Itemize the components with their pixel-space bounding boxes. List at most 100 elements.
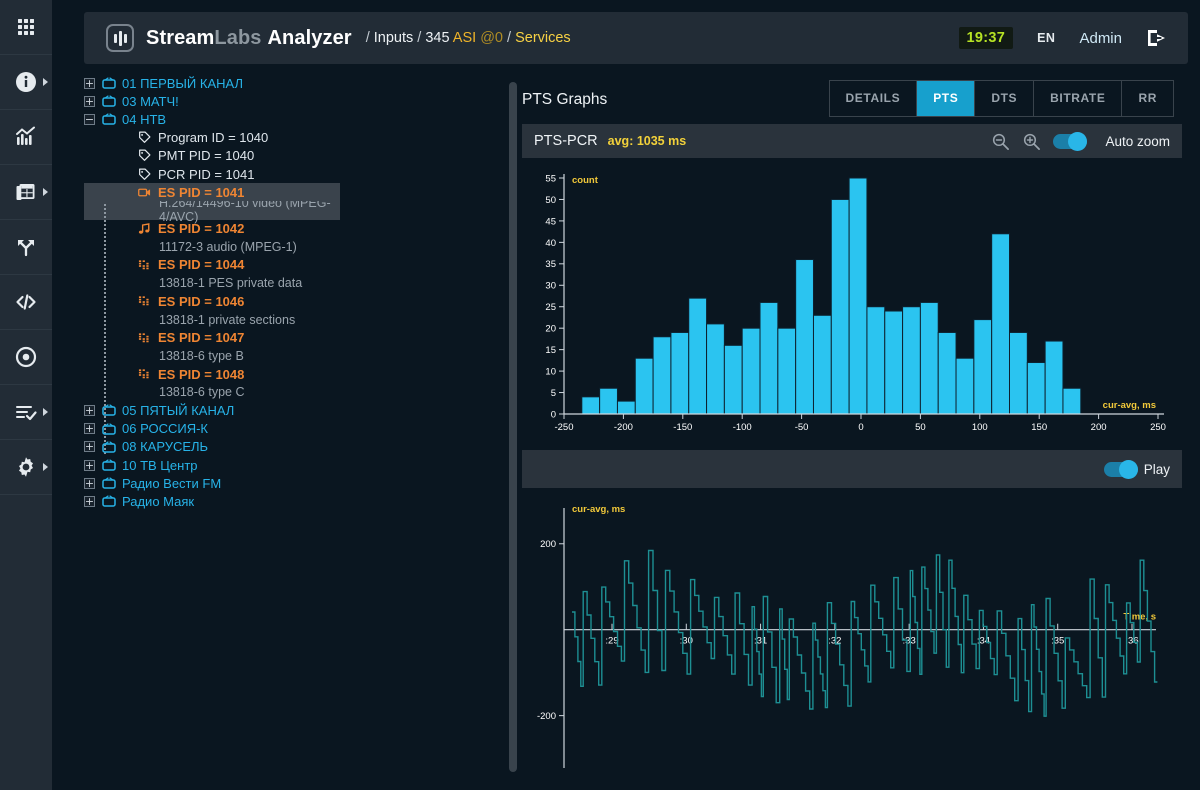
x-tick-label: :29 [605,636,618,647]
tree-service-node[interactable]: + 05 ПЯТЫЙ КАНАЛ [84,401,504,419]
histogram-bar [617,401,635,414]
tree-service-label: 06 РОССИЯ-К [122,421,208,436]
histogram-bar [1027,363,1045,414]
tree-service-node[interactable]: + 10 ТВ Центр [84,456,504,474]
tree-attribute-label: PMT PID = 1040 [158,148,254,163]
sidebar-item-tasks[interactable] [0,385,52,440]
tab-pts[interactable]: PTS [917,81,975,116]
tab-rr[interactable]: RR [1122,81,1173,116]
tree-service-node[interactable]: + Радио Вести FM [84,474,504,492]
header-right-group: 19:37 EN Admin [959,26,1189,50]
play-toggle[interactable] [1104,462,1138,477]
analytics-icon [14,125,38,149]
tab-bitrate[interactable]: BITRATE [1034,81,1122,116]
tree-attribute-node[interactable]: Program ID = 1040 [84,129,504,147]
tree-service-node[interactable]: − 04 НТВ [84,110,504,128]
histogram-bar [707,324,725,414]
tree-es-node[interactable]: ES PID = 1046 [84,292,504,310]
breadcrumb-asi[interactable]: ASI [453,30,476,46]
sidebar-item-record[interactable] [0,330,52,385]
histogram-bar [724,345,742,414]
tree-es-label: ES PID = 1047 [158,330,244,345]
auto-zoom-toggle[interactable] [1053,134,1087,149]
tab-dts[interactable]: DTS [975,81,1034,116]
sidebar-item-apps[interactable] [0,0,52,55]
left-icon-rail [0,0,52,790]
breadcrumb-inputs[interactable]: Inputs [374,30,414,46]
tree-es-label: ES PID = 1041 [158,185,244,200]
histogram-bar [582,397,600,414]
zoom-in-icon[interactable] [1022,132,1041,151]
branch-icon [14,235,38,259]
histogram-bar [903,307,921,414]
tree-service-node[interactable]: + Радио Маяк [84,492,504,510]
toggle-knob [1068,132,1087,151]
expand-icon[interactable]: + [84,478,95,489]
expand-icon[interactable]: + [84,496,95,507]
histogram-bar [813,315,831,414]
tree-attribute-label: Program ID = 1040 [158,130,268,145]
sidebar-item-settings[interactable] [0,440,52,495]
tree-es-node[interactable]: ES PID = 1041 [84,183,340,201]
code-icon [14,290,38,314]
x-tick-label: -250 [554,422,573,433]
expand-icon[interactable]: + [84,78,95,89]
tv-icon [102,477,116,489]
tree-es-description: 13818-6 type B [84,347,504,365]
language-selector[interactable]: EN [1037,31,1055,45]
breadcrumb-sep-1: / [366,30,370,46]
tree-service-node[interactable]: + 03 МАТЧ! [84,92,504,110]
tree-service-label: 04 НТВ [122,112,166,127]
tree-attribute-node[interactable]: PCR PID = 1041 [84,165,504,183]
tree-service-node[interactable]: + 06 РОССИЯ-К [84,420,504,438]
expand-icon[interactable]: + [84,96,95,107]
histogram-bar [849,178,867,414]
tree-es-node[interactable]: ES PID = 1042 [84,220,504,238]
histogram-bar [653,337,671,414]
x-tick-label: :35 [1051,636,1064,647]
pts-metric-name: PTS-PCR [534,133,598,149]
y-tick-label: 200 [540,539,556,550]
logout-icon[interactable] [1144,26,1168,50]
page-title: PTS Graphs [522,91,607,109]
scrollbar-thumb[interactable] [509,82,517,772]
tree-service-node[interactable]: + 01 ПЕРВЫЙ КАНАЛ [84,74,504,92]
cur-avg-timeseries[interactable]: -200200cur-avg, ms:29:30:31:32:33:34:35:… [522,498,1182,778]
sidebar-item-branch[interactable] [0,220,52,275]
breadcrumb-number[interactable]: 345 [425,30,449,46]
panel-header: PTS Graphs DETAILSPTSDTSBITRATERR [522,80,1182,120]
play-toolbar: Play [522,450,1182,488]
histogram-bar [635,358,653,414]
tree-service-label: 01 ПЕРВЫЙ КАНАЛ [122,76,243,91]
user-name[interactable]: Admin [1079,30,1122,47]
collapse-icon[interactable]: − [84,114,95,125]
tree-es-node[interactable]: ES PID = 1047 [84,329,504,347]
tree-es-node[interactable]: ES PID = 1048 [84,365,504,383]
tree-service-label: 10 ТВ Центр [122,458,198,473]
play-label: Play [1144,462,1170,477]
tree-service-node[interactable]: + 08 КАРУСЕЛЬ [84,438,504,456]
y-tick-label: 25 [545,302,556,313]
tree-es-label: ES PID = 1048 [158,367,244,382]
tv-icon [102,459,116,471]
expand-icon[interactable]: + [84,460,95,471]
breadcrumb-services[interactable]: Services [515,30,571,46]
sidebar-item-code[interactable] [0,275,52,330]
y-tick-label: 15 [545,345,556,356]
expand-icon[interactable]: + [84,423,95,434]
toggle-knob [1119,460,1138,479]
expand-icon[interactable]: + [84,441,95,452]
chevron-right-icon [43,408,48,416]
histogram-bar [974,320,992,414]
sidebar-item-analytics[interactable] [0,110,52,165]
tab-details[interactable]: DETAILS [830,81,918,116]
sidebar-item-tables[interactable] [0,165,52,220]
x-tick-label: 250 [1150,422,1166,433]
panel-scrollbar[interactable] [509,82,517,772]
sidebar-item-info[interactable] [0,55,52,110]
zoom-out-icon[interactable] [991,132,1010,151]
expand-icon[interactable]: + [84,405,95,416]
tree-es-node[interactable]: ES PID = 1044 [84,256,504,274]
tree-attribute-node[interactable]: PMT PID = 1040 [84,147,504,165]
tree-es-label: ES PID = 1044 [158,257,244,272]
